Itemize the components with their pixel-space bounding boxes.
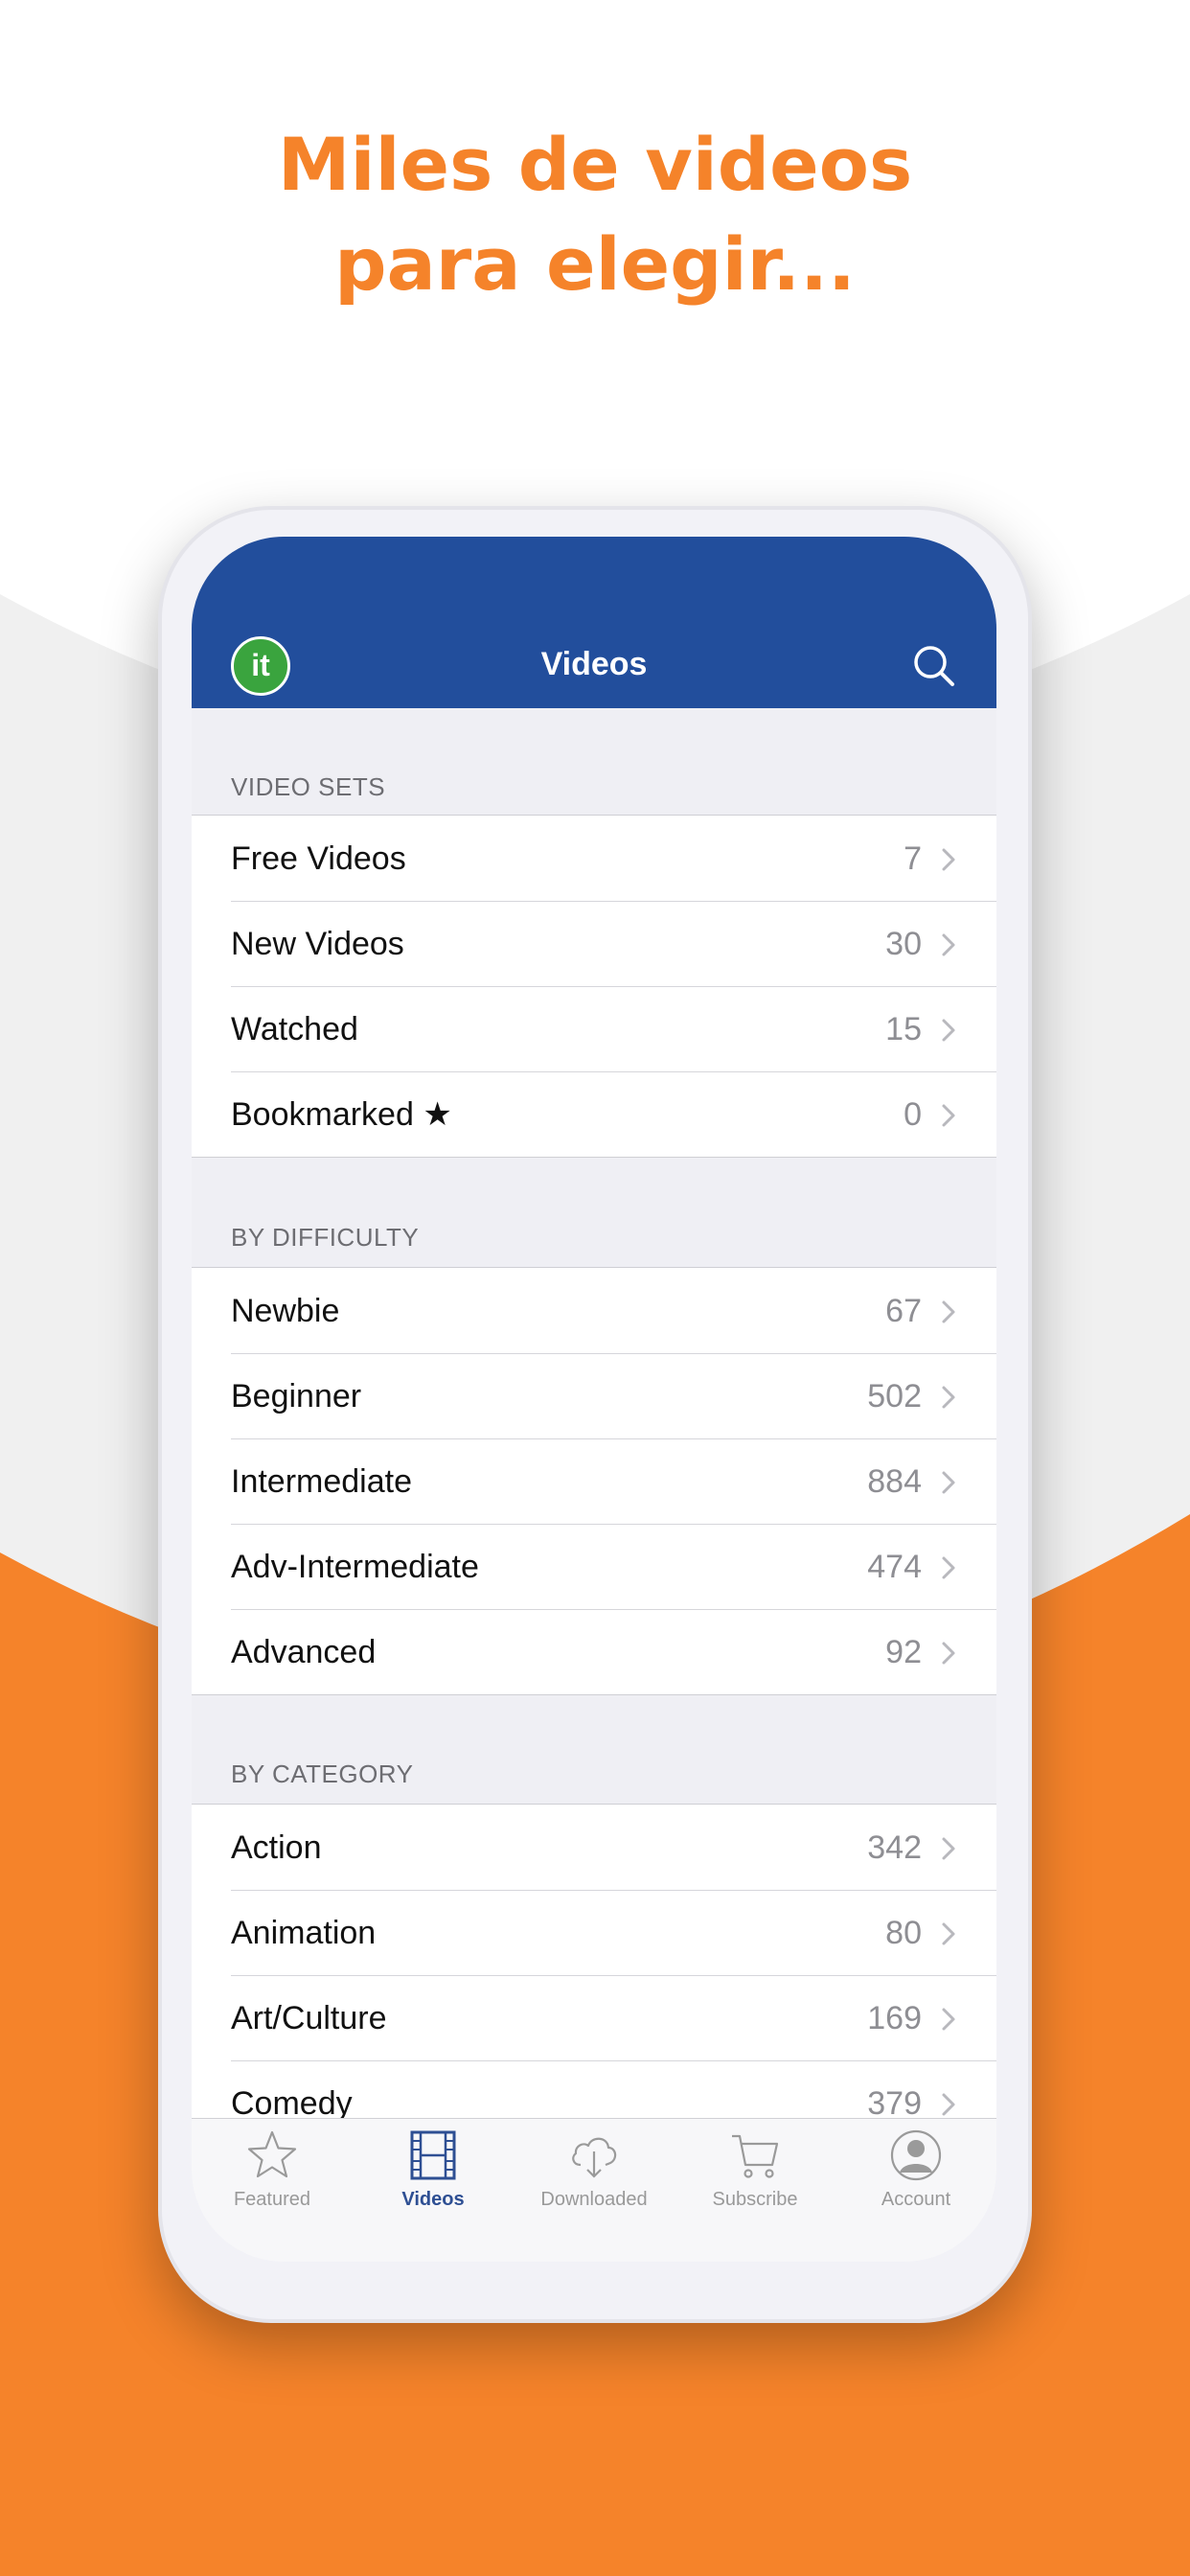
- section-header: BY DIFFICULTY: [231, 1223, 420, 1252]
- tab-label: Featured: [233, 2189, 311, 2210]
- list-row[interactable]: Newbie 67: [192, 1268, 996, 1353]
- row-count: 92: [885, 1634, 922, 1670]
- chevron-right-icon: [942, 1922, 955, 1945]
- chevron-right-icon: [942, 1837, 955, 1860]
- app-screen: it Videos VIDEO SETS Free Videos 7 New Vide…: [192, 537, 996, 2262]
- row-label-text: Intermediate: [231, 1463, 412, 1500]
- chevron-right-icon: [942, 1104, 955, 1127]
- row-label: New Videos: [231, 922, 404, 966]
- tab-bar: Featured Videos Downloaded Subscribe Acc…: [192, 2118, 996, 2262]
- section-header: BY CATEGORY: [231, 1760, 414, 1788]
- row-count: 30: [885, 926, 922, 962]
- row-label-text: Art/Culture: [231, 2000, 387, 2036]
- row-label-text: Beginner: [231, 1378, 362, 1414]
- list-row[interactable]: Advanced 92: [192, 1609, 996, 1694]
- list-row[interactable]: Watched 15: [192, 986, 996, 1071]
- tab-label: Videos: [401, 2189, 465, 2210]
- tab-downloaded[interactable]: Downloaded: [514, 2119, 675, 2224]
- tab-label: Downloaded: [540, 2189, 648, 2210]
- list-group: Newbie 67 Beginner 502 Intermediate 884 Adv-In…: [192, 1267, 996, 1695]
- row-label-text: Free Videos: [231, 840, 406, 877]
- chevron-right-icon: [942, 1300, 955, 1323]
- row-count: 342: [867, 1829, 922, 1866]
- row-label-text: New Videos: [231, 926, 404, 962]
- cart-icon: [732, 2134, 779, 2178]
- row-label: Watched: [231, 1007, 358, 1051]
- row-label: Art/Culture: [231, 1996, 387, 2040]
- list-row[interactable]: Free Videos 7: [192, 816, 996, 901]
- row-count: 67: [885, 1293, 922, 1329]
- row-label-text: Adv-Intermediate: [231, 1549, 479, 1585]
- row-count: 884: [867, 1463, 922, 1500]
- star-icon: [247, 2130, 297, 2178]
- tab-featured[interactable]: Featured: [192, 2119, 353, 2224]
- list-row[interactable]: Animation 80: [192, 1890, 996, 1975]
- row-label-text: Action: [231, 1829, 322, 1866]
- navigation-bar: it Videos: [192, 537, 996, 708]
- chevron-right-icon: [942, 1386, 955, 1409]
- chevron-right-icon: [942, 1642, 955, 1665]
- row-count: 502: [867, 1378, 922, 1414]
- user-icon: [890, 2129, 942, 2181]
- row-label-text: Comedy: [231, 2085, 353, 2122]
- row-count: 7: [904, 840, 922, 877]
- list-group: Action 342 Animation 80 Art/Culture 169 Comedy…: [192, 1804, 996, 2147]
- promo-headline: Miles de videos para elegir...: [0, 115, 1190, 314]
- list-row[interactable]: Art/Culture 169: [192, 1975, 996, 2060]
- tab-label: Account: [881, 2189, 951, 2210]
- row-count: 474: [867, 1549, 922, 1585]
- promo-headline-line1: Miles de videos: [277, 122, 913, 207]
- chevron-right-icon: [942, 1019, 955, 1042]
- film-icon: [410, 2130, 456, 2180]
- section-header: VIDEO SETS: [231, 772, 386, 801]
- tab-account[interactable]: Account: [835, 2119, 996, 2224]
- row-label-text: Advanced: [231, 1634, 377, 1670]
- star-icon: ★: [413, 1096, 452, 1133]
- row-label: Intermediate: [231, 1460, 412, 1504]
- tab-subscribe[interactable]: Subscribe: [675, 2119, 835, 2224]
- chevron-right-icon: [942, 2093, 955, 2116]
- row-count: 0: [904, 1096, 922, 1133]
- list-row[interactable]: Beginner 502: [192, 1353, 996, 1438]
- page-title: Videos: [540, 646, 648, 682]
- row-count: 80: [885, 1915, 922, 1951]
- chevron-right-icon: [942, 2008, 955, 2031]
- search-icon[interactable]: [910, 642, 958, 690]
- list-row[interactable]: Bookmarked ★ 0: [192, 1071, 996, 1157]
- list-row[interactable]: Intermediate 884: [192, 1438, 996, 1524]
- row-label-text: Watched: [231, 1011, 358, 1047]
- tab-label: Subscribe: [712, 2189, 798, 2210]
- promo-headline-line2: para elegir...: [334, 221, 856, 307]
- list-row[interactable]: Action 342: [192, 1805, 996, 1890]
- chevron-right-icon: [942, 933, 955, 956]
- row-label: Bookmarked ★: [231, 1092, 452, 1137]
- row-label: Advanced: [231, 1630, 376, 1674]
- row-count: 169: [867, 2000, 922, 2036]
- row-label: Newbie: [231, 1289, 339, 1333]
- row-label-text: Newbie: [231, 1293, 340, 1329]
- row-label: Animation: [231, 1911, 376, 1955]
- list-row[interactable]: Adv-Intermediate 474: [192, 1524, 996, 1609]
- chevron-right-icon: [942, 848, 955, 871]
- list-row[interactable]: New Videos 30: [192, 901, 996, 986]
- row-label: Adv-Intermediate: [231, 1545, 479, 1589]
- row-label-text: Bookmarked: [231, 1096, 414, 1133]
- row-label: Beginner: [231, 1374, 361, 1418]
- chevron-right-icon: [942, 1471, 955, 1494]
- row-label-text: Animation: [231, 1915, 377, 1951]
- tab-videos[interactable]: Videos: [353, 2119, 514, 2224]
- chevron-right-icon: [942, 1556, 955, 1579]
- row-count: 15: [885, 1011, 922, 1047]
- row-label: Action: [231, 1826, 322, 1870]
- app-logo[interactable]: it: [231, 636, 290, 696]
- list-group: Free Videos 7 New Videos 30 Watched 15 Bookmar…: [192, 815, 996, 1158]
- row-label: Free Videos: [231, 837, 406, 881]
- cloud-download-icon: [572, 2137, 617, 2178]
